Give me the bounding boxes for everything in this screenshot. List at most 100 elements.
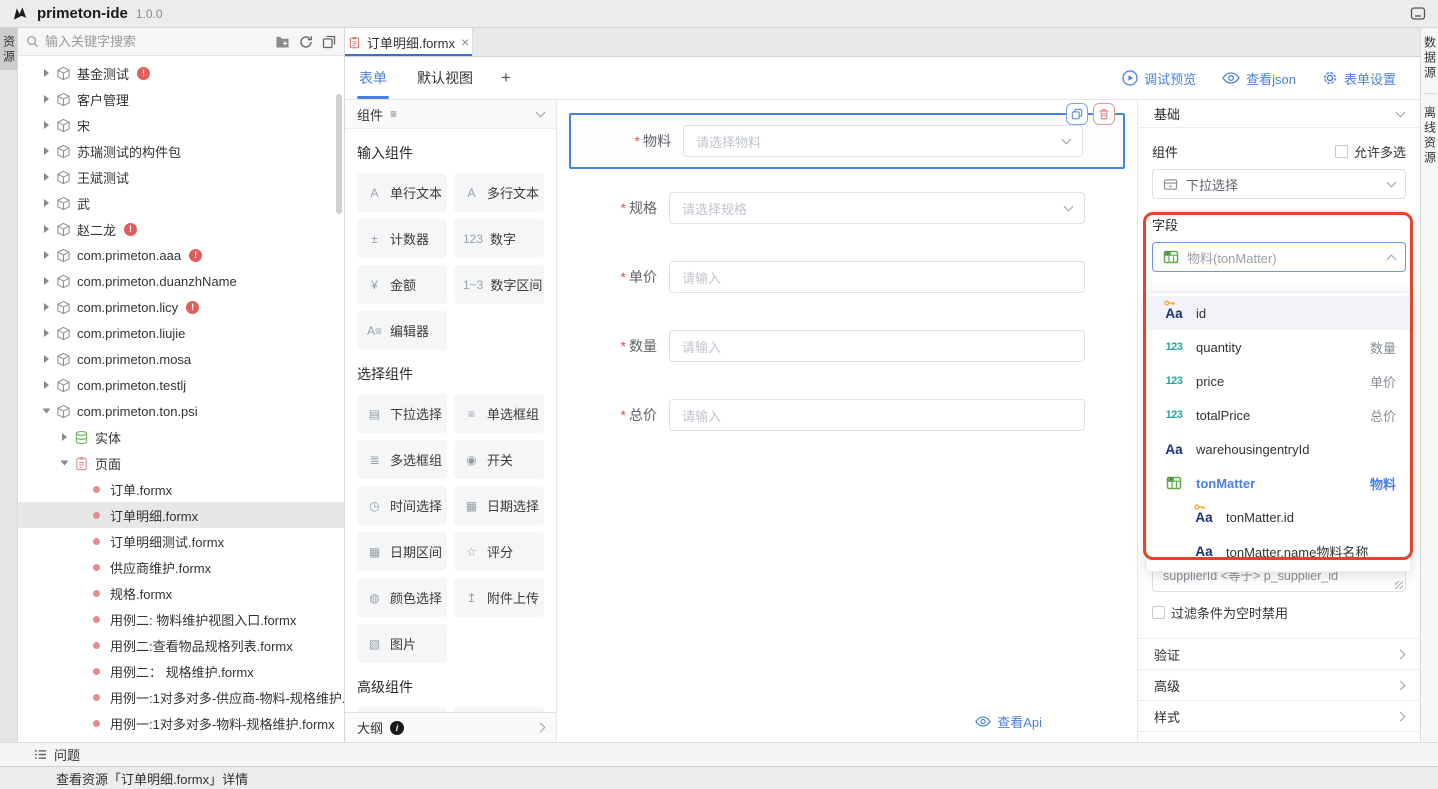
palette-component[interactable]: ▦ 日期区间 [357, 532, 447, 571]
copy-component-button[interactable] [1066, 103, 1088, 125]
expand-arrow-icon[interactable] [62, 433, 67, 441]
checkbox[interactable] [1152, 606, 1165, 619]
field-select[interactable]: n:1 物料(tonMatter) [1152, 242, 1406, 272]
expand-arrow-icon[interactable] [44, 225, 49, 233]
tree-item[interactable]: 订单.formx ! [18, 476, 344, 502]
tree-item[interactable]: 实体 ! [18, 424, 344, 450]
new-folder-icon[interactable] [275, 35, 290, 48]
tree-item[interactable]: com.primeton.ton.psi ! [18, 398, 344, 424]
form-field-row[interactable]: *数量 请输入 [569, 330, 1085, 362]
editor-tab[interactable]: 订单明细.formx × [345, 28, 473, 56]
field-option[interactable]: Aa 123 n:1 tonMatter.name物料名称 [1147, 534, 1410, 568]
expand-arrow-icon[interactable] [44, 121, 49, 129]
form-field-row[interactable]: *规格 请选择规格 [569, 192, 1085, 224]
quantity-input[interactable]: 请输入 [669, 330, 1085, 362]
expand-arrow-icon[interactable] [44, 69, 49, 77]
palette-component[interactable]: ▤ 下拉选择 [357, 394, 447, 433]
palette-component[interactable]: 1~3 数字区间 [454, 265, 544, 304]
palette-component[interactable]: ▧ 图片 [357, 624, 447, 663]
tab-close-icon[interactable]: × [461, 35, 469, 49]
field-option[interactable]: Aa 123 n:1 totalPrice 总价 [1147, 398, 1410, 432]
spec-select[interactable]: 请选择规格 [669, 192, 1085, 224]
tree-item[interactable]: 基金测试 ! [18, 60, 344, 86]
collapse-all-icon[interactable] [322, 35, 336, 49]
advanced-section[interactable]: 高级 [1138, 670, 1420, 701]
palette-header[interactable]: 组件 ≡ [345, 100, 556, 129]
style-section[interactable]: 样式 [1138, 701, 1420, 732]
expand-arrow-icon[interactable] [44, 147, 49, 155]
tree-item[interactable]: com.primeton.mosa ! [18, 346, 344, 372]
resources-rail-tab[interactable]: 资源 [0, 28, 17, 70]
delete-component-button[interactable] [1093, 103, 1115, 125]
expand-arrow-icon[interactable] [44, 355, 49, 363]
tree-item[interactable]: 订单明细测试.formx ! [18, 528, 344, 554]
tree-item[interactable]: 用例一:1对多对多-物料-规格维护.formx ! [18, 710, 344, 736]
tree-item[interactable]: com.primeton.duanzhName ! [18, 268, 344, 294]
filter-disable-checkbox[interactable]: 过滤条件为空时禁用 [1152, 603, 1406, 622]
tree-item[interactable]: com.primeton.aaa ! [18, 242, 344, 268]
palette-component[interactable]: A 单行文本 [357, 173, 447, 212]
expand-arrow-icon[interactable] [43, 409, 51, 414]
datasource-rail-tab[interactable]: 数据源 [1422, 28, 1438, 89]
basic-section-header[interactable]: 基础 [1138, 100, 1420, 128]
form-field-row[interactable]: *总价 请输入 [569, 399, 1085, 431]
view-api-link[interactable]: 查看Api [975, 712, 1042, 731]
search-input[interactable] [45, 34, 269, 49]
palette-component[interactable]: ▦ 日期选择 [454, 486, 544, 525]
chevron-right-icon[interactable] [536, 723, 546, 733]
multi-select-checkbox[interactable]: 允许多选 [1335, 142, 1406, 161]
expand-arrow-icon[interactable] [44, 277, 49, 285]
tree-item[interactable]: com.primeton.liujie ! [18, 320, 344, 346]
palette-component[interactable]: ☆ 评分 [454, 532, 544, 571]
component-type-select[interactable]: 下拉选择 [1152, 169, 1406, 199]
palette-menu-icon[interactable]: ≡ [390, 107, 397, 121]
tree-item[interactable]: 赵二龙 ! [18, 216, 344, 242]
tree-item[interactable]: com.primeton.testlj ! [18, 372, 344, 398]
palette-component[interactable]: ◉ 开关 [454, 440, 544, 479]
field-option[interactable]: Aa 123 n:1 tonMatter.id [1147, 500, 1410, 534]
palette-component[interactable]: ≣ 多选框组 [357, 440, 447, 479]
tree-item[interactable]: 客户管理 ! [18, 86, 344, 112]
total-price-input[interactable]: 请输入 [669, 399, 1085, 431]
palette-component[interactable]: ≡ 单选框组 [454, 394, 544, 433]
debug-preview-button[interactable]: 调试预览 [1122, 69, 1196, 88]
palette-component[interactable]: 123 数字 [454, 219, 544, 258]
tree-item[interactable]: 页面 ! [18, 450, 344, 476]
material-select[interactable]: 请选择物料 [683, 125, 1083, 157]
chevron-down-icon[interactable] [536, 108, 546, 118]
palette-component[interactable]: ¥ 金额 [357, 265, 447, 304]
tree-item[interactable]: 王斌测试 ! [18, 164, 344, 190]
expand-arrow-icon[interactable] [44, 251, 49, 259]
checkbox[interactable] [1335, 145, 1348, 158]
outline-section[interactable]: 大纲 i [345, 712, 556, 742]
tree-item[interactable]: 用例一:1对多对多-供应商-物料-规格维护.formx ! [18, 684, 344, 710]
expand-arrow-icon[interactable] [44, 173, 49, 181]
tree-item[interactable]: 规格.formx ! [18, 580, 344, 606]
expand-arrow-icon[interactable] [44, 329, 49, 337]
tab-form[interactable]: 表单 [357, 57, 389, 99]
expand-arrow-icon[interactable] [44, 199, 49, 207]
expand-arrow-icon[interactable] [44, 381, 49, 389]
tree-item[interactable]: 订单明细.formx ! [18, 502, 344, 528]
tree-item[interactable]: 苏瑞测试的构件包 ! [18, 138, 344, 164]
view-json-button[interactable]: 查看json [1222, 69, 1296, 88]
tree-item[interactable]: 武 ! [18, 190, 344, 216]
tree-scrollbar[interactable] [336, 94, 342, 214]
offline-resources-rail-tab[interactable]: 离线资源 [1422, 98, 1438, 174]
problems-bar[interactable]: 问题 [0, 742, 1438, 766]
field-option[interactable]: Aa 123 n:1 price 单价 [1147, 364, 1410, 398]
palette-component[interactable]: ◍ 颜色选择 [357, 578, 447, 617]
refresh-icon[interactable] [299, 35, 313, 49]
form-field-row[interactable]: *单价 请输入 [569, 261, 1085, 293]
expand-arrow-icon[interactable] [44, 303, 49, 311]
palette-component[interactable]: ↥ 附件上传 [454, 578, 544, 617]
form-settings-button[interactable]: 表单设置 [1322, 69, 1396, 88]
palette-component[interactable]: ◷ 时间选择 [357, 486, 447, 525]
field-option[interactable]: Aa 123 n:1 tonMatter 物料 [1147, 466, 1410, 500]
tree-item[interactable]: 用例二： 规格维护.formx ! [18, 658, 344, 684]
palette-component[interactable]: ± 计数器 [357, 219, 447, 258]
validation-section[interactable]: 验证 [1138, 639, 1420, 670]
field-option[interactable]: Aa 123 n:1 id [1147, 296, 1410, 330]
palette-component[interactable]: A≡ 编辑器 [357, 311, 447, 350]
expand-arrow-icon[interactable] [61, 461, 69, 466]
